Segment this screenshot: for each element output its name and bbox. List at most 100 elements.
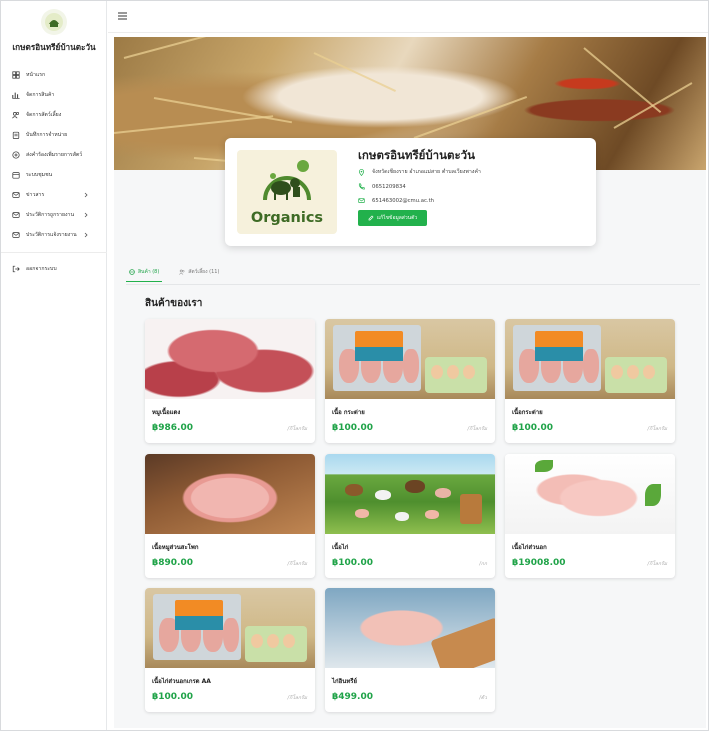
sidebar-item-home[interactable]: หน้าแรก [1,65,107,85]
product-unit: /กิโลกรัม [647,561,667,567]
tab-label: สัตว์เลี้ยง (11) [188,269,220,275]
product-image-drumsticks [145,588,315,668]
sidebar: เกษตรอินทรีย์บ้านตะวัน หน้าแรก จัดการสิน… [1,1,107,730]
sidebar-item-products[interactable]: จัดการสินค้า [1,85,107,105]
brand-logo[interactable] [41,9,67,35]
product-name: เนื้อ กระต่าย [332,409,365,416]
product-card[interactable]: หมูเนื้อแดง ฿986.00 /กิโลกรัม [145,319,315,443]
tab-products[interactable]: สินค้า (8) [126,262,163,282]
pencil-icon [368,215,374,221]
clipboard-icon [12,131,20,139]
product-image-drumsticks [325,319,495,399]
product-unit: /กิโลกรัม [467,426,487,432]
profile-card: Organics เกษตรอินทรีย์บ้านตะวัน จังหวัดเ… [225,138,596,246]
organics-logo: Organics [237,150,337,234]
plus-circle-icon [12,151,20,159]
box-icon [129,268,135,275]
logo-word: Organics [250,210,324,226]
sidebar-item-label: หน้าแรก [26,72,46,78]
edit-profile-label: แก้ไขข้อมูลส่วนตัว [376,215,418,221]
product-unit: /กิโลกรัม [647,426,667,432]
sidebar-item-news[interactable]: ข่าวสาร [1,185,107,205]
product-price: ฿100.00 [512,423,553,433]
chevron-right-icon [84,212,88,218]
address-text: จังหวัดเชียงราย อำเภอแม่สาย ตำบลเวียงพาง… [372,169,481,175]
calendar-icon [12,172,20,179]
phone-text: 0651209834 [372,183,406,190]
sidebar-item-animals[interactable]: จัดการสัตว์เลี้ยง [1,105,107,125]
mail-icon [12,192,20,198]
phone-row: 0651209834 [358,183,406,190]
sidebar-item-reported-history[interactable]: ประวัติการถูกรายงาน [1,205,107,225]
product-price: ฿499.00 [332,692,373,702]
address-row: จังหวัดเชียงราย อำเภอแม่สาย ตำบลเวียงพาง… [358,168,481,176]
hamburger-menu-icon[interactable] [118,12,127,20]
product-price: ฿100.00 [332,423,373,433]
product-price: ฿986.00 [152,423,193,433]
sidebar-item-label: ออกจากระบบ [26,266,57,272]
product-price: ฿19008.00 [512,558,566,568]
product-card[interactable]: เนื้อกระต่าย ฿100.00 /กิโลกรัม [505,319,675,443]
sidebar-item-community[interactable]: ระบบชุมชน [1,165,107,185]
product-unit: /กิโลกรัม [287,695,307,701]
chart-icon [12,92,20,99]
sidebar-item-sales[interactable]: บันทึกการจำหน่าย [1,125,107,145]
sidebar-divider [1,252,107,253]
product-card[interactable]: ไก่อินทรีย์ ฿499.00 /ตัว [325,588,495,712]
product-card[interactable]: เนื้อไก่ ฿100.00 /กก [325,454,495,578]
tabs-divider [126,284,700,285]
product-image-drumsticks [505,319,675,399]
mail-icon [12,232,20,238]
farm-name: เกษตรอินทรีย์บ้านตะวัน [358,148,475,162]
product-card[interactable]: เนื้อไก่ส่วนอกเกรด AA ฿100.00 /กิโลกรัม [145,588,315,712]
tab-label: สินค้า (8) [138,268,160,275]
product-card[interactable]: เนื้อไก่ส่วนอก ฿19008.00 /กิโลกรัม [505,454,675,578]
organics-logo-icon [45,13,63,31]
email-row: 651463002@cmu.ac.th [358,197,434,204]
dashboard-icon [12,71,20,79]
sidebar-item-label: ข่าวสาร [26,192,45,198]
edit-profile-button[interactable]: แก้ไขข้อมูลส่วนตัว [358,210,427,226]
product-price: ฿100.00 [332,558,373,568]
section-title: สินค้าของเรา [145,298,203,309]
chevron-right-icon [84,232,88,238]
product-card[interactable]: เนื้อ กระต่าย ฿100.00 /กิโลกรัม [325,319,495,443]
email-text: 651463002@cmu.ac.th [372,197,435,204]
product-image-chicken-breast [505,454,675,534]
product-name: เนื้อไก่ส่วนอกเกรด AA [152,678,211,685]
sidebar-item-label: ระบบชุมชน [26,172,53,178]
phone-icon [358,183,365,190]
product-price: ฿890.00 [152,558,193,568]
email-icon [358,198,365,203]
product-image-beef [145,319,315,399]
product-unit: /กก [479,561,487,567]
sidebar-nav: หน้าแรก จัดการสินค้า จัดการสัตว์เลี้ยง บ… [1,65,107,279]
sidebar-item-label: ประวัติการถูกรายงาน [26,212,74,218]
product-name: เนื้อกระต่าย [512,409,543,416]
sidebar-item-request-animal[interactable]: ส่งคำร้องเพิ่มรายการสัตว์ [1,145,107,165]
tab-animals[interactable]: สัตว์เลี้ยง (11) [176,262,222,282]
chevron-right-icon [84,192,88,198]
farm-logo-icon [263,160,311,201]
mail-icon [12,212,20,218]
product-name: ไก่อินทรีย์ [332,678,358,685]
location-pin-icon [358,168,365,176]
sidebar-item-label: ส่งคำร้องเพิ่มรายการสัตว์ [26,152,83,158]
product-name: เนื้อไก่ [332,544,349,551]
topbar [108,1,708,33]
brand-name: เกษตรอินทรีย์บ้านตะวัน [12,42,96,52]
product-unit: /ตัว [479,695,487,701]
users-icon [12,111,20,119]
product-card[interactable]: เนื้อหมูส่วนสะโพก ฿890.00 /กิโลกรัม [145,454,315,578]
sidebar-item-report-history[interactable]: ประวัติการแจ้งรายงาน [1,225,107,245]
product-unit: /กิโลกรัม [287,561,307,567]
product-image-farm [325,454,495,534]
product-image-whole-chicken [325,588,495,668]
product-name: เนื้อไก่ส่วนอก [512,544,547,551]
product-unit: /กิโลกรัม [287,426,307,432]
sidebar-item-label: จัดการสินค้า [26,92,55,98]
product-name: เนื้อหมูส่วนสะโพก [152,544,199,551]
sidebar-item-label: บันทึกการจำหน่าย [26,132,68,138]
users-icon [179,269,185,275]
sidebar-item-logout[interactable]: ออกจากระบบ [1,259,107,279]
